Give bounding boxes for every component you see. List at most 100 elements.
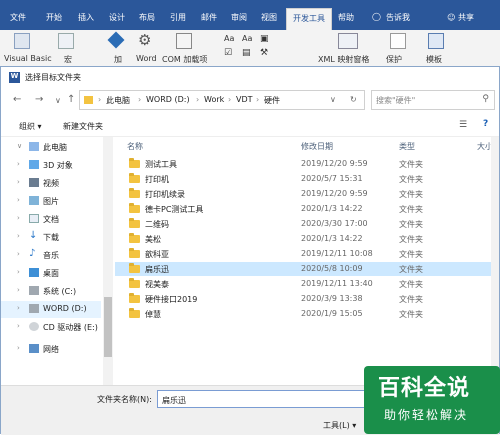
breadcrumb-separator: ›: [196, 95, 200, 104]
breadcrumb-drive[interactable]: WORD (D:): [146, 95, 190, 104]
protect-label[interactable]: 保护: [386, 54, 402, 65]
com-addins-icon[interactable]: [176, 33, 192, 49]
tools-dropdown[interactable]: 工具(L) ▾: [323, 420, 356, 431]
addins-icon[interactable]: [107, 31, 125, 49]
tab-tell-me[interactable]: 告诉我: [386, 12, 410, 23]
checkbox-control-icon[interactable]: ☑: [224, 48, 232, 58]
tab-view[interactable]: 视图: [261, 12, 277, 23]
tree-item-drive-c[interactable]: › 系统 (C:): [1, 283, 101, 300]
breadcrumb-work[interactable]: Work: [204, 95, 224, 104]
file-row[interactable]: 硬件接口2019 2020/3/9 13:38 文件夹: [115, 292, 491, 306]
recent-chevron-icon[interactable]: ∨: [55, 96, 61, 105]
combobox-control-icon[interactable]: ▤: [242, 48, 251, 58]
file-row[interactable]: 德卡PC测试工具 2020/1/3 14:22 文件夹: [115, 202, 491, 216]
macro-icon[interactable]: [58, 33, 74, 49]
file-row[interactable]: 倬慧 2020/1/9 15:05 文件夹: [115, 307, 491, 321]
expand-chevron-icon[interactable]: ›: [17, 344, 20, 352]
column-header-type[interactable]: 类型: [399, 137, 415, 155]
drive-icon: [29, 304, 39, 313]
tree-item-downloads[interactable]: › ↓ 下载: [1, 229, 101, 246]
breadcrumb-pc[interactable]: 此电脑: [106, 95, 130, 106]
tree-item-documents[interactable]: › 文档: [1, 211, 101, 228]
view-options-icon[interactable]: ☰: [459, 120, 467, 130]
address-dropdown-icon[interactable]: ∨: [330, 95, 336, 104]
tab-help[interactable]: 帮助: [338, 12, 354, 23]
expand-chevron-icon[interactable]: ›: [17, 160, 20, 168]
expand-chevron-icon[interactable]: ›: [17, 214, 20, 222]
plain-text-control-icon[interactable]: Aa: [242, 34, 252, 43]
file-row[interactable]: 打印机续录 2019/12/20 9:59 文件夹: [115, 187, 491, 201]
new-folder-button[interactable]: 新建文件夹: [63, 121, 103, 132]
visual-basic-icon[interactable]: [14, 33, 30, 49]
expand-chevron-icon[interactable]: ›: [17, 232, 20, 240]
forward-arrow-icon[interactable]: →: [35, 94, 43, 105]
gear-icon[interactable]: ⚙: [138, 31, 154, 49]
tab-developer[interactable]: 开发工具: [286, 8, 332, 30]
file-row[interactable]: 测试工具 2019/12/20 9:59 文件夹: [115, 157, 491, 171]
tree-label: 文档: [43, 215, 59, 224]
com-addins-label[interactable]: COM 加载项: [162, 54, 207, 65]
expand-chevron-icon[interactable]: ›: [17, 322, 20, 330]
search-input[interactable]: 搜索"硬件" ⚲: [371, 90, 495, 110]
file-row[interactable]: 打印机 2020/5/7 15:31 文件夹: [115, 172, 491, 186]
expand-chevron-icon[interactable]: ›: [17, 286, 20, 294]
tab-review[interactable]: 审阅: [231, 12, 247, 23]
template-icon[interactable]: [428, 33, 444, 49]
tree-label: 音乐: [43, 251, 59, 260]
organize-button[interactable]: 组织 ▾: [19, 121, 42, 132]
breadcrumb-vdt[interactable]: VDT: [236, 95, 253, 104]
search-placeholder: 搜索"硬件": [376, 96, 416, 105]
tree-item-network[interactable]: › 网络: [1, 341, 101, 358]
tree-item-drive-e[interactable]: › CD 驱动器 (E:): [1, 319, 101, 336]
tab-file[interactable]: 文件: [10, 12, 26, 23]
expand-chevron-icon[interactable]: ›: [17, 250, 20, 258]
template-label[interactable]: 模板: [426, 54, 442, 65]
help-icon[interactable]: ?: [483, 119, 488, 129]
tab-mailings[interactable]: 邮件: [201, 12, 217, 23]
share-button[interactable]: ☺ 共享: [447, 12, 474, 23]
macro-label[interactable]: 宏: [64, 54, 72, 65]
refresh-icon[interactable]: ↻: [350, 95, 357, 104]
protect-icon[interactable]: [390, 33, 406, 49]
file-row[interactable]: 二维码 2020/3/30 17:00 文件夹: [115, 217, 491, 231]
breadcrumb-hardware[interactable]: 硬件: [264, 95, 280, 106]
tree-label: 此电脑: [43, 143, 67, 152]
expand-chevron-icon[interactable]: ›: [17, 196, 20, 204]
column-header-date[interactable]: 修改日期: [301, 137, 333, 155]
tab-design[interactable]: 设计: [109, 12, 125, 23]
tree-scroll-thumb[interactable]: [104, 297, 112, 357]
tree-item-pictures[interactable]: › 图片: [1, 193, 101, 210]
legacy-tools-icon[interactable]: ⚒: [260, 48, 268, 58]
tab-insert[interactable]: 插入: [78, 12, 94, 23]
tree-item-3d-objects[interactable]: › 3D 对象: [1, 157, 101, 174]
column-header-name[interactable]: 名称: [127, 137, 143, 155]
tree-item-desktop[interactable]: › 桌面: [1, 265, 101, 282]
tab-references[interactable]: 引用: [170, 12, 186, 23]
word-addins-label[interactable]: Word: [136, 54, 157, 63]
file-row[interactable]: 歆科亚 2019/12/11 10:08 文件夹: [115, 247, 491, 261]
tree-scrollbar[interactable]: [103, 137, 113, 385]
picture-control-icon[interactable]: ▣: [260, 34, 269, 44]
tree-item-videos[interactable]: › 视频: [1, 175, 101, 192]
expand-chevron-icon[interactable]: ›: [17, 304, 20, 312]
xml-mapping-icon[interactable]: [338, 33, 358, 49]
tab-home[interactable]: 开始: [46, 12, 62, 23]
tree-item-drive-d[interactable]: › WORD (D:): [1, 301, 101, 318]
up-arrow-icon[interactable]: ↑: [67, 94, 75, 105]
expand-chevron-icon[interactable]: ›: [17, 178, 20, 186]
tree-item-this-pc[interactable]: ∨ 此电脑: [1, 139, 101, 156]
tree-item-music[interactable]: › ♪ 音乐: [1, 247, 101, 264]
address-bar[interactable]: › 此电脑 › WORD (D:) › Work › VDT › 硬件 ∨ ↻: [79, 90, 365, 110]
tab-layout[interactable]: 布局: [139, 12, 155, 23]
xml-mapping-label[interactable]: XML 映射窗格: [318, 54, 369, 65]
text-control-icon[interactable]: Aa: [224, 34, 234, 43]
expand-chevron-icon[interactable]: ›: [17, 268, 20, 276]
file-row[interactable]: 视美泰 2019/12/11 13:40 文件夹: [115, 277, 491, 291]
back-arrow-icon[interactable]: ←: [13, 94, 21, 105]
file-row-selected[interactable]: 扁乐迅 2020/5/8 10:09 文件夹: [115, 262, 491, 276]
addins-label[interactable]: 加: [114, 54, 122, 65]
file-row[interactable]: 美松 2020/1/3 14:22 文件夹: [115, 232, 491, 246]
visual-basic-label[interactable]: Visual Basic: [4, 54, 52, 63]
collapse-chevron-icon[interactable]: ∨: [17, 142, 22, 150]
file-list-scrollbar[interactable]: [491, 137, 499, 385]
